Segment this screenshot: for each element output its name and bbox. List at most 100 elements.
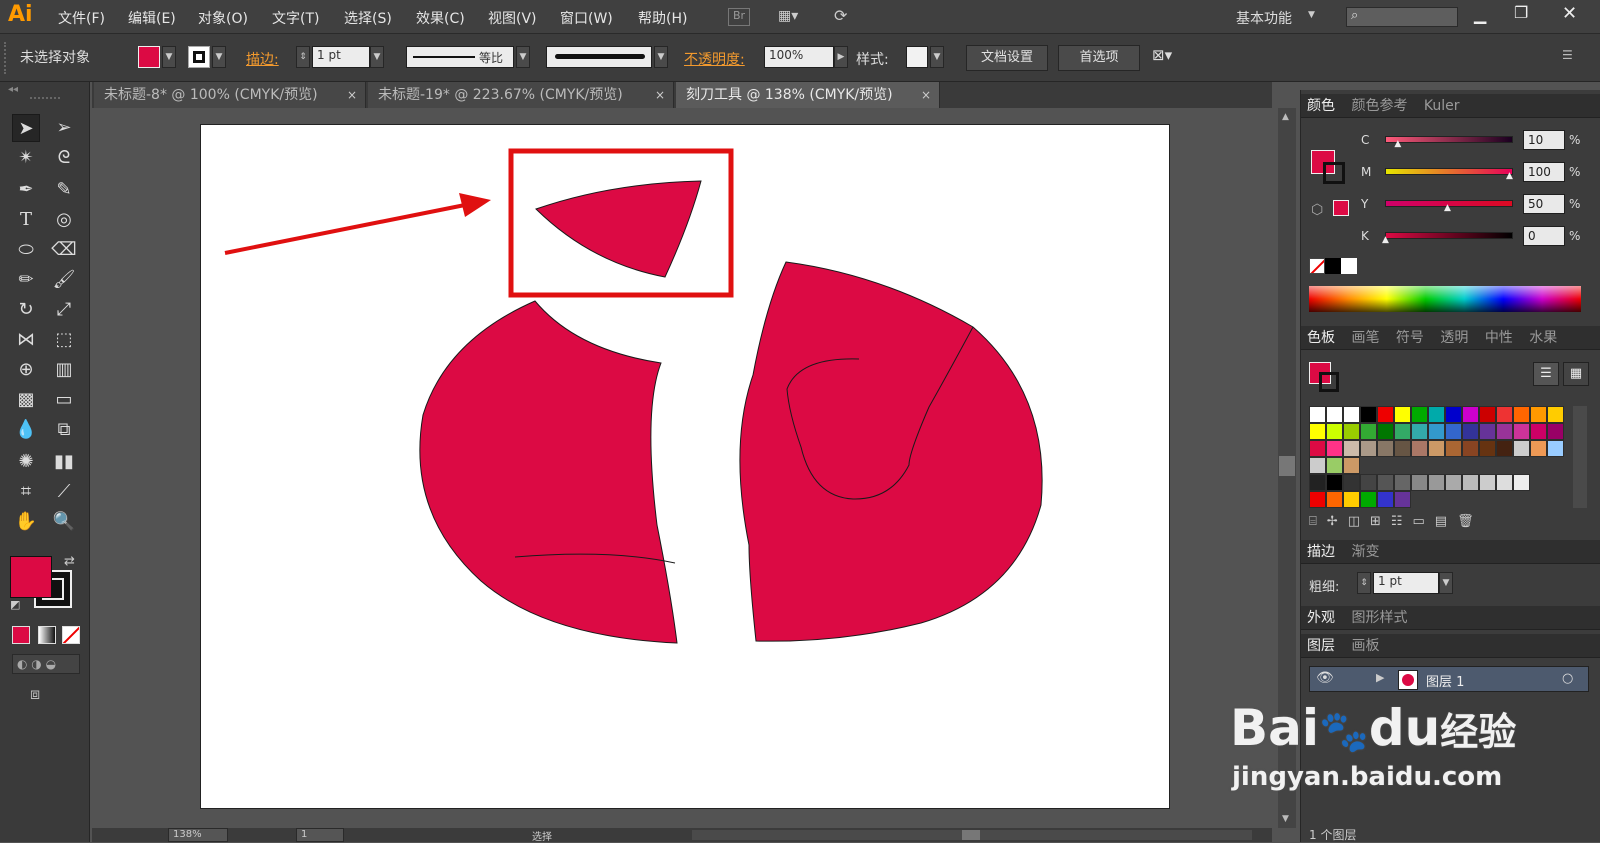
- swatch[interactable]: [1377, 406, 1394, 423]
- panel-menu-icon[interactable]: ☰: [1562, 48, 1573, 62]
- tab-artboards[interactable]: 画板: [1351, 638, 1379, 654]
- swatch[interactable]: [1309, 457, 1326, 474]
- swatch[interactable]: [1343, 423, 1360, 440]
- swatch[interactable]: [1496, 406, 1513, 423]
- layer-name[interactable]: 图层 1: [1426, 671, 1464, 690]
- selection-tool-icon[interactable]: ➤: [12, 114, 40, 142]
- tab-graphic-styles[interactable]: 图形样式: [1351, 610, 1407, 626]
- mesh-tool-icon[interactable]: ▩: [12, 386, 40, 414]
- swatch[interactable]: [1462, 406, 1479, 423]
- rotate-tool-icon[interactable]: ↻: [12, 296, 40, 324]
- restore-button[interactable]: ❐: [1514, 3, 1528, 22]
- type-tool-icon[interactable]: T: [12, 206, 40, 234]
- zoom-select[interactable]: 138%: [168, 828, 228, 842]
- swatch[interactable]: [1513, 406, 1530, 423]
- menu-window[interactable]: 窗口(W): [560, 8, 613, 28]
- brush-tool-icon[interactable]: 🖌: [50, 266, 78, 294]
- swatch[interactable]: [1326, 474, 1343, 491]
- swatch[interactable]: [1360, 423, 1377, 440]
- swatch[interactable]: [1309, 491, 1326, 508]
- screen-mode-icon[interactable]: ⧈: [30, 684, 40, 704]
- graphic-style-swatch[interactable]: [906, 46, 928, 68]
- eyedropper-tool-icon[interactable]: 💧: [12, 416, 40, 444]
- swatch[interactable]: [1445, 474, 1462, 491]
- swatch[interactable]: [1445, 406, 1462, 423]
- swatch[interactable]: [1343, 457, 1360, 474]
- right-shape[interactable]: [739, 261, 1043, 642]
- slice-tool-icon[interactable]: ⟋: [50, 478, 78, 506]
- channel-value-input[interactable]: 0: [1523, 226, 1565, 246]
- layer-target-icon[interactable]: ○: [1562, 671, 1573, 686]
- slider-knob-icon[interactable]: ▲: [1506, 171, 1513, 181]
- swatch-panel-footer-icons[interactable]: ⌸✢◫⊞☷▭▤🗑: [1309, 514, 1589, 529]
- pencil-tool-icon[interactable]: ✏: [12, 266, 40, 294]
- artboard-number-select[interactable]: 1: [296, 828, 344, 842]
- swatch[interactable]: [1411, 474, 1428, 491]
- workspace-chevron-icon[interactable]: ▼: [1308, 10, 1315, 20]
- fill-color-box[interactable]: [10, 556, 52, 598]
- swatch[interactable]: [1428, 474, 1445, 491]
- swatch[interactable]: [1462, 423, 1479, 440]
- swatch[interactable]: [1377, 491, 1394, 508]
- swatch-scrollbar[interactable]: [1573, 406, 1587, 508]
- swatch[interactable]: [1496, 440, 1513, 457]
- grid-view-icon[interactable]: ▦: [1563, 362, 1589, 386]
- swatch[interactable]: [1394, 423, 1411, 440]
- swatch[interactable]: [1479, 406, 1496, 423]
- direct-selection-tool-icon[interactable]: ➢: [50, 114, 78, 142]
- arrange-documents-icon[interactable]: ▦▾: [778, 8, 812, 26]
- swatch[interactable]: [1360, 474, 1377, 491]
- tab-knife-tool[interactable]: 刻刀工具 @ 138% (CMYK/预览) ×: [676, 82, 940, 108]
- channel-value-input[interactable]: 50: [1523, 194, 1565, 214]
- white-swatch[interactable]: [1341, 258, 1357, 274]
- expand-layer-icon[interactable]: ▶: [1376, 671, 1384, 684]
- fragment-piece[interactable]: [535, 180, 702, 278]
- zoom-tool-icon[interactable]: 🔍: [50, 508, 78, 536]
- scroll-up-icon[interactable]: ▲: [1282, 112, 1289, 122]
- lasso-tool-icon[interactable]: ᘓ: [50, 144, 78, 172]
- swatch[interactable]: [1309, 440, 1326, 457]
- swatch[interactable]: [1496, 474, 1513, 491]
- tab-color[interactable]: 颜色: [1307, 98, 1335, 114]
- artboard[interactable]: [200, 124, 1170, 809]
- tab-transparency[interactable]: 透明: [1440, 330, 1468, 346]
- slider-knob-icon[interactable]: ▲: [1444, 203, 1451, 213]
- swatch[interactable]: [1428, 406, 1445, 423]
- search-input[interactable]: ⌕: [1346, 7, 1458, 27]
- swap-colors-icon[interactable]: ⇄: [64, 554, 75, 569]
- swatch[interactable]: [1377, 440, 1394, 457]
- hand-tool-icon[interactable]: ✋: [12, 508, 40, 536]
- swatch[interactable]: [1462, 440, 1479, 457]
- swatch[interactable]: [1394, 406, 1411, 423]
- swatch[interactable]: [1530, 440, 1547, 457]
- artboard-tool-icon[interactable]: ⌗: [12, 478, 40, 506]
- shape-builder-tool-icon[interactable]: ⊕: [12, 356, 40, 384]
- color-mode-icon[interactable]: [12, 626, 30, 644]
- stroke-profile-dropdown-icon[interactable]: ▼: [516, 46, 530, 68]
- stroke-weight-stepper[interactable]: ⇕: [296, 46, 310, 68]
- scroll-down-icon[interactable]: ▼: [1282, 814, 1289, 824]
- left-shape[interactable]: [419, 300, 678, 644]
- swatch[interactable]: [1394, 474, 1411, 491]
- channel-slider[interactable]: [1385, 136, 1513, 143]
- out-of-gamut-icon[interactable]: ⬡: [1311, 202, 1323, 218]
- list-view-icon[interactable]: ☰: [1533, 362, 1559, 386]
- visibility-eye-icon[interactable]: 👁: [1316, 670, 1334, 686]
- swatch[interactable]: [1377, 474, 1394, 491]
- gradient-mode-icon[interactable]: [38, 626, 56, 644]
- swatch[interactable]: [1513, 474, 1530, 491]
- scroll-thumb[interactable]: [1279, 456, 1295, 476]
- menu-object[interactable]: 对象(O): [198, 8, 248, 28]
- color-panel-stroke[interactable]: [1323, 162, 1345, 184]
- h-scroll-thumb[interactable]: [962, 830, 980, 840]
- fill-dropdown-icon[interactable]: ▼: [162, 46, 176, 68]
- eraser-tool-icon[interactable]: ⌫: [50, 236, 78, 264]
- swatch[interactable]: [1360, 491, 1377, 508]
- menu-view[interactable]: 视图(V): [488, 8, 537, 28]
- tab-symbols[interactable]: 符号: [1396, 330, 1424, 346]
- color-spectrum[interactable]: [1309, 286, 1581, 312]
- swatch[interactable]: [1343, 406, 1360, 423]
- channel-slider[interactable]: [1385, 232, 1513, 239]
- stroke-swatch[interactable]: [188, 46, 210, 68]
- opacity-input[interactable]: 100%: [764, 46, 834, 68]
